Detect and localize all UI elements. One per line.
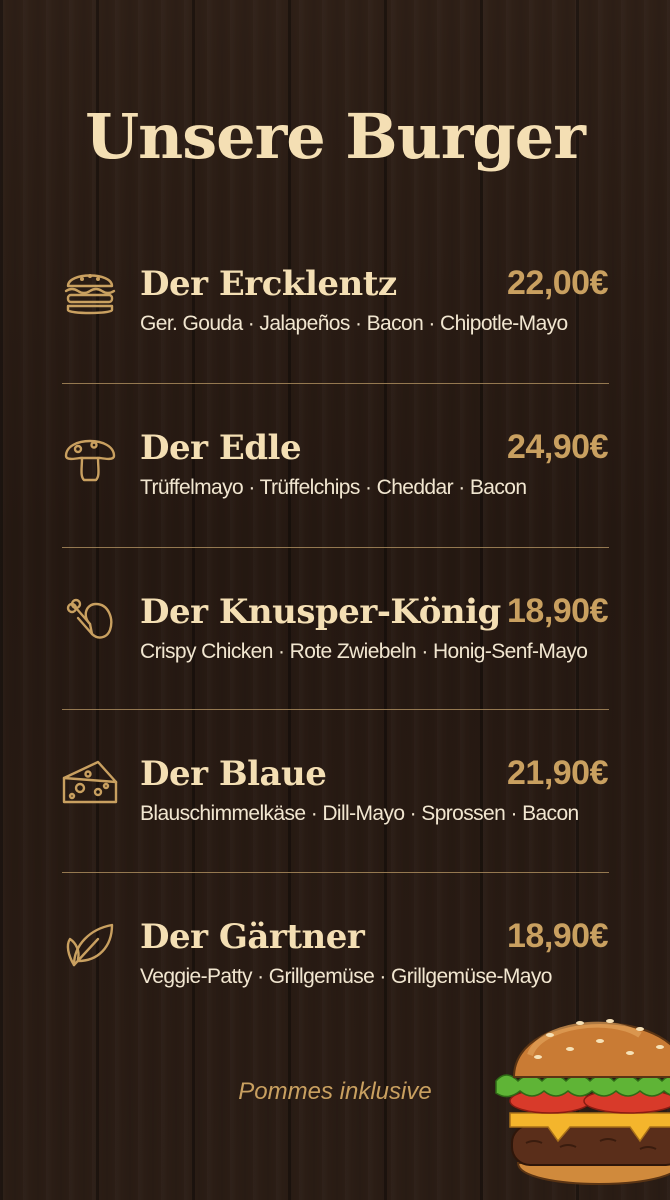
item-description: Ger. Gouda · Jalapeños · Bacon · Chipotl…: [140, 312, 568, 335]
burger-icon: [60, 262, 120, 322]
item-price: 24,90€: [507, 428, 609, 466]
chicken-leg-icon: [60, 590, 120, 650]
item-description: Veggie-Patty · Grillgemüse · Grillgemüse…: [140, 965, 552, 988]
item-name: Der Gärtner: [140, 917, 365, 957]
item-description: Blauschimmelkäse · Dill-Mayo · Sprossen …: [140, 802, 579, 825]
menu-item-ercklentz: Der Ercklentz 22,00€ Ger. Gouda · Jalape…: [0, 264, 670, 380]
item-price: 18,90€: [507, 917, 609, 955]
mushroom-icon: [60, 426, 120, 486]
item-price: 22,00€: [507, 264, 609, 302]
item-name: Der Knusper-König: [140, 592, 501, 632]
item-name: Der Ercklentz: [140, 264, 397, 304]
leaf-icon: [60, 915, 120, 975]
divider: [62, 709, 609, 710]
divider: [62, 872, 609, 873]
menu-item-blaue: Der Blaue 21,90€ Blauschimmelkäse · Dill…: [0, 754, 670, 870]
item-name: Der Blaue: [140, 754, 327, 794]
menu-item-knusper-koenig: Der Knusper-König 18,90€ Crispy Chicken …: [0, 592, 670, 708]
item-name: Der Edle: [140, 428, 302, 468]
divider: [62, 547, 609, 548]
page-title: Unsere Burger: [85, 100, 586, 173]
burger-illustration: [495, 1019, 670, 1185]
divider: [62, 383, 609, 384]
item-description: Trüffelmayo · Trüffelchips · Cheddar · B…: [140, 476, 527, 499]
menu-item-edle: Der Edle 24,90€ Trüffelmayo · Trüffelchi…: [0, 428, 670, 544]
item-price: 18,90€: [507, 592, 609, 630]
item-price: 21,90€: [507, 754, 609, 792]
item-description: Crispy Chicken · Rote Zwiebeln · Honig-S…: [140, 640, 588, 663]
cheese-icon: [60, 752, 120, 812]
